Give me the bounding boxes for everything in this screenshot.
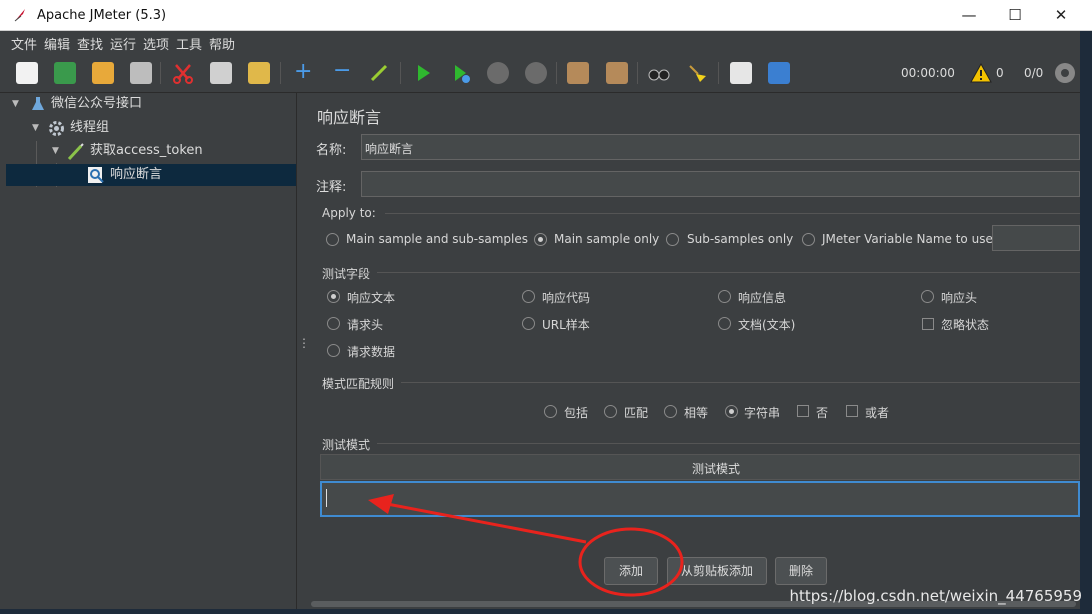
desktop-background-edge [0,609,1092,614]
desktop-background-edge [1080,31,1092,614]
annotation-arrow [381,501,587,544]
annotation-arrowhead [368,494,394,514]
watermark-text: https://blog.csdn.net/weixin_44765959 [789,587,1082,605]
annotation-circle [578,527,684,597]
annotation-overlay [368,494,684,597]
